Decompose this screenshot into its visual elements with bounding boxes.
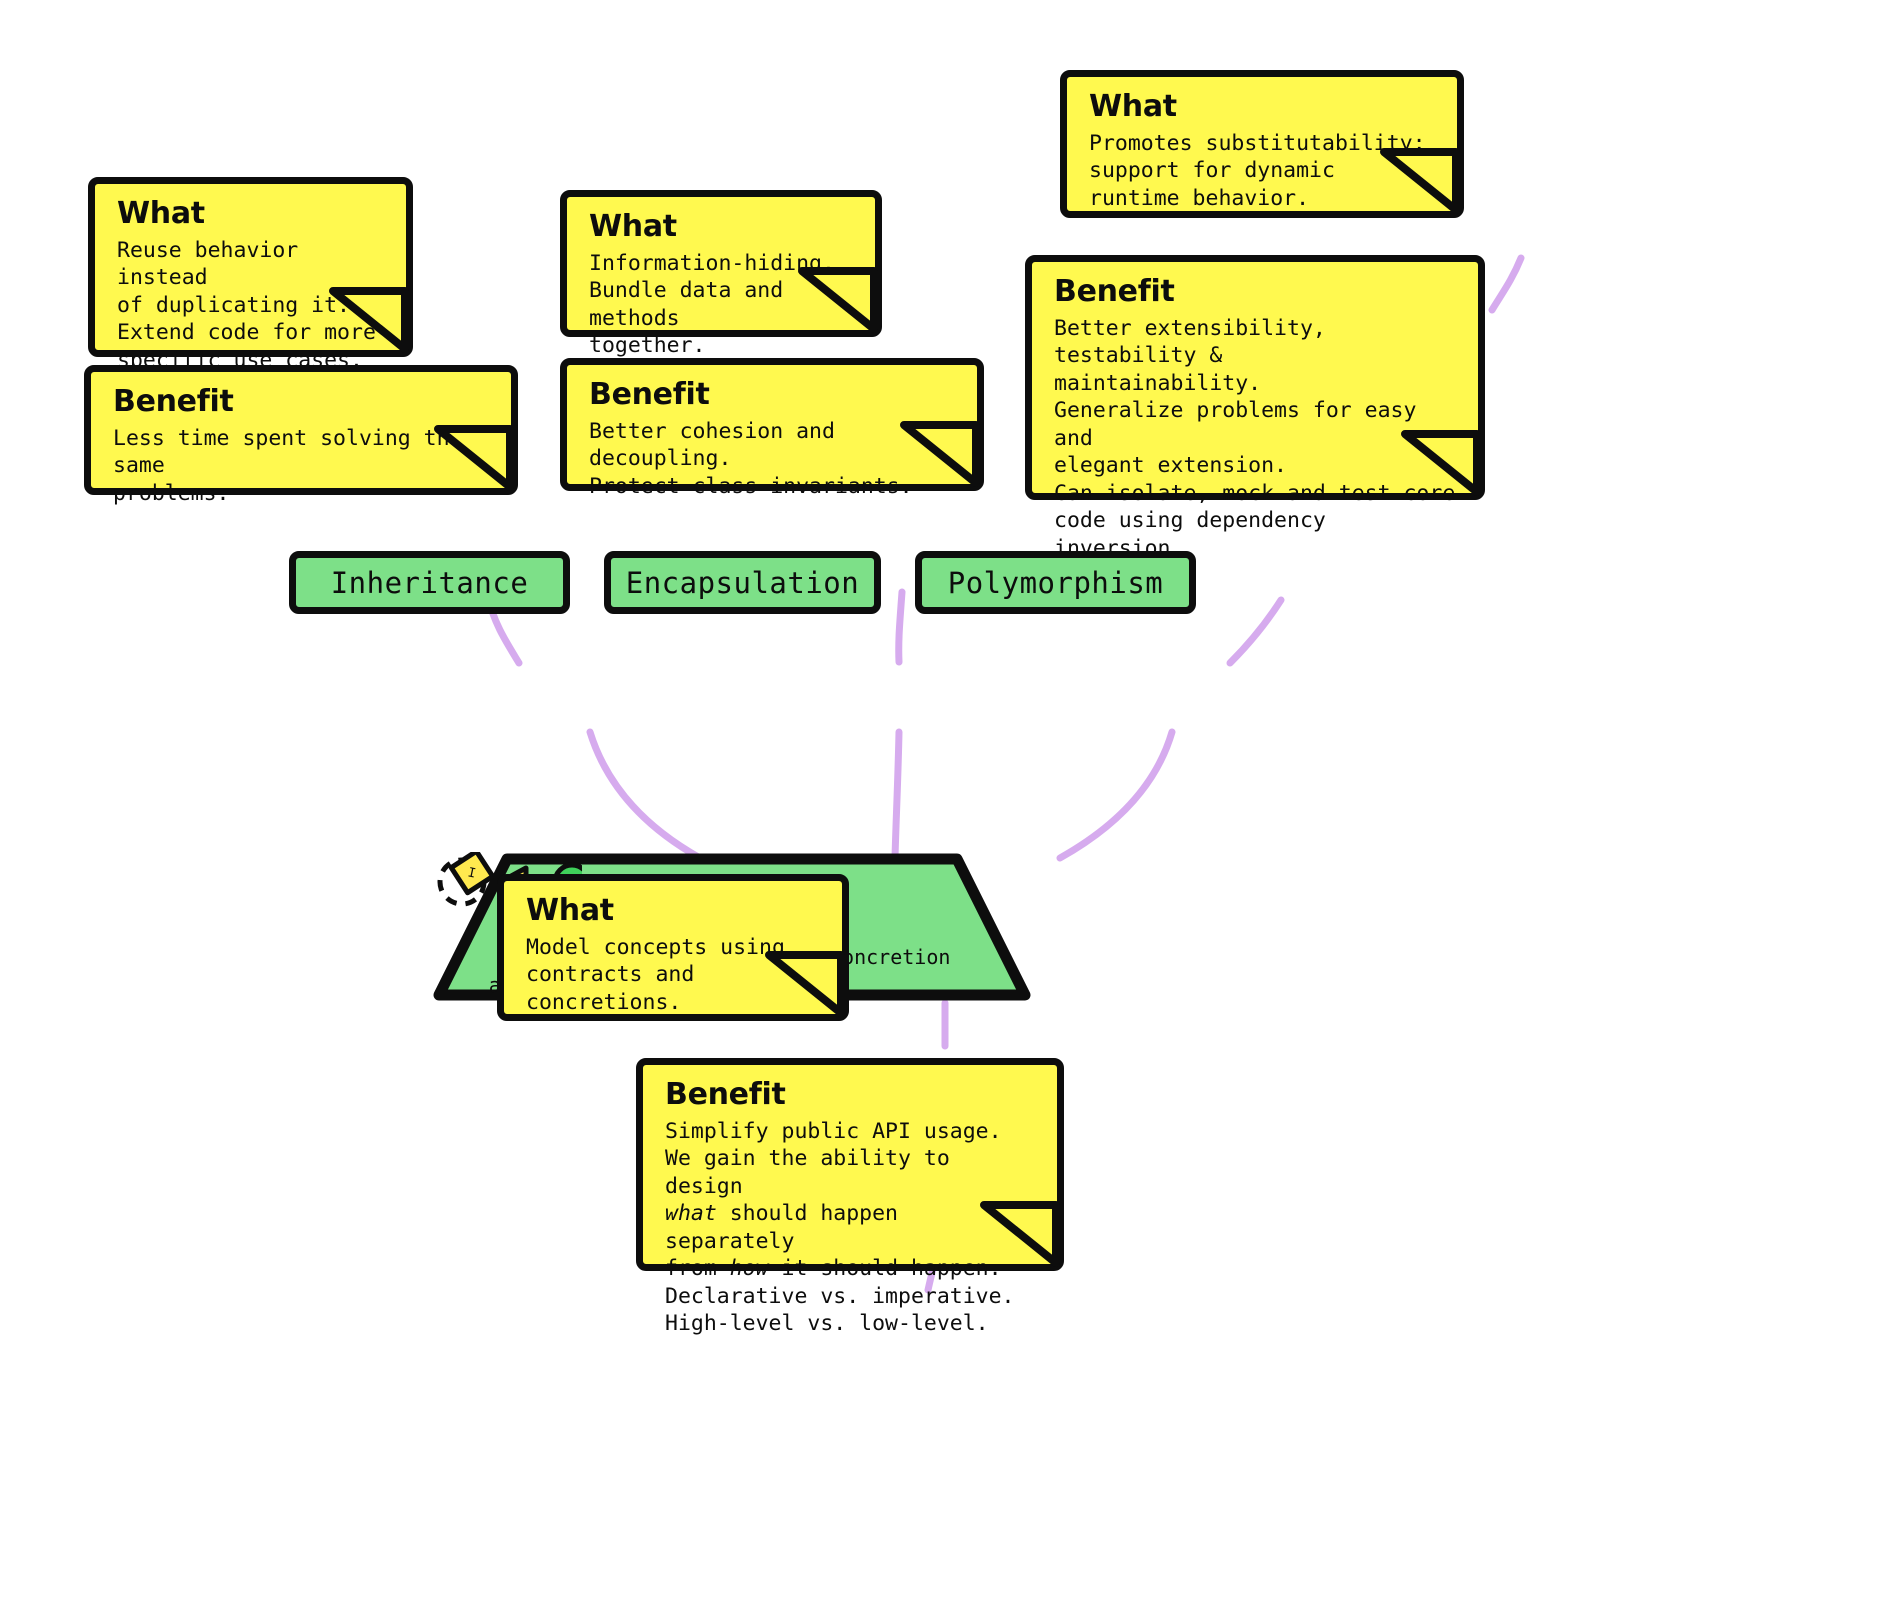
note-polymorphism-benefit[interactable]: Benefit Better extensibility, testabilit… [1025,255,1485,561]
note-polymorphism-what[interactable]: What Promotes substitutability; support … [1060,70,1464,218]
note-heading: Benefit [113,384,234,419]
benefit-line-2: We gain the ability to design [665,1146,950,1199]
edge-inheritance-abstraction [586,728,704,862]
note-heading: Benefit [589,377,710,412]
edge-poly-benefit-node [1226,596,1285,667]
abstraction-concretion-label: Concretion [830,945,951,969]
note-heading: Benefit [1054,274,1175,309]
note-inheritance-what[interactable]: What Reuse behavior instead of duplicati… [88,177,413,373]
note-heading: Benefit [665,1077,786,1112]
note-heading: What [1089,89,1177,124]
node-inheritance[interactable]: Inheritance [289,551,570,614]
node-label: Encapsulation [625,565,860,600]
benefit-line-4-pre: from [665,1256,730,1282]
interface-diamond-icon: I [448,852,496,896]
note-heading: What [526,893,614,928]
note-encapsulation-what[interactable]: What Information-hiding. Bundle data and… [560,190,882,358]
edge-poly-what-benefit [1488,254,1525,314]
diagram-canvas: What Reuse behavior instead of duplicati… [0,0,1886,1616]
node-label: Polymorphism [947,565,1164,600]
edge-enc-benefit-node [895,588,906,666]
edge-polymorphism-abstraction [1056,728,1176,862]
benefit-line-4-emphasis: how [729,1256,769,1282]
note-body: Better extensibility, testability & main… [1054,315,1456,561]
benefit-line-1: Simplify public API usage. [665,1118,1002,1144]
edge-encapsulation-abstraction [891,728,903,862]
node-encapsulation[interactable]: Encapsulation [604,551,881,614]
benefit-line-4-post: it should happen. [768,1256,1002,1282]
note-heading: What [589,209,677,244]
benefit-line-5: Declarative vs. imperative. [665,1283,1015,1309]
node-label: Inheritance [330,565,529,600]
note-heading: What [117,196,205,231]
node-polymorphism[interactable]: Polymorphism [915,551,1196,614]
note-abstraction-benefit[interactable]: Benefit Simplify public API usage. We gai… [636,1058,1064,1336]
benefit-line-3-emphasis: what [665,1201,717,1227]
benefit-line-6: High-level vs. low-level. [665,1311,989,1337]
note-inheritance-benefit[interactable]: Benefit Less time spent solving the same… [84,365,518,506]
note-abstraction-what[interactable]: What Model concepts using contracts and … [497,874,849,1021]
note-encapsulation-benefit[interactable]: Benefit Better cohesion and decoupling. … [560,358,984,499]
